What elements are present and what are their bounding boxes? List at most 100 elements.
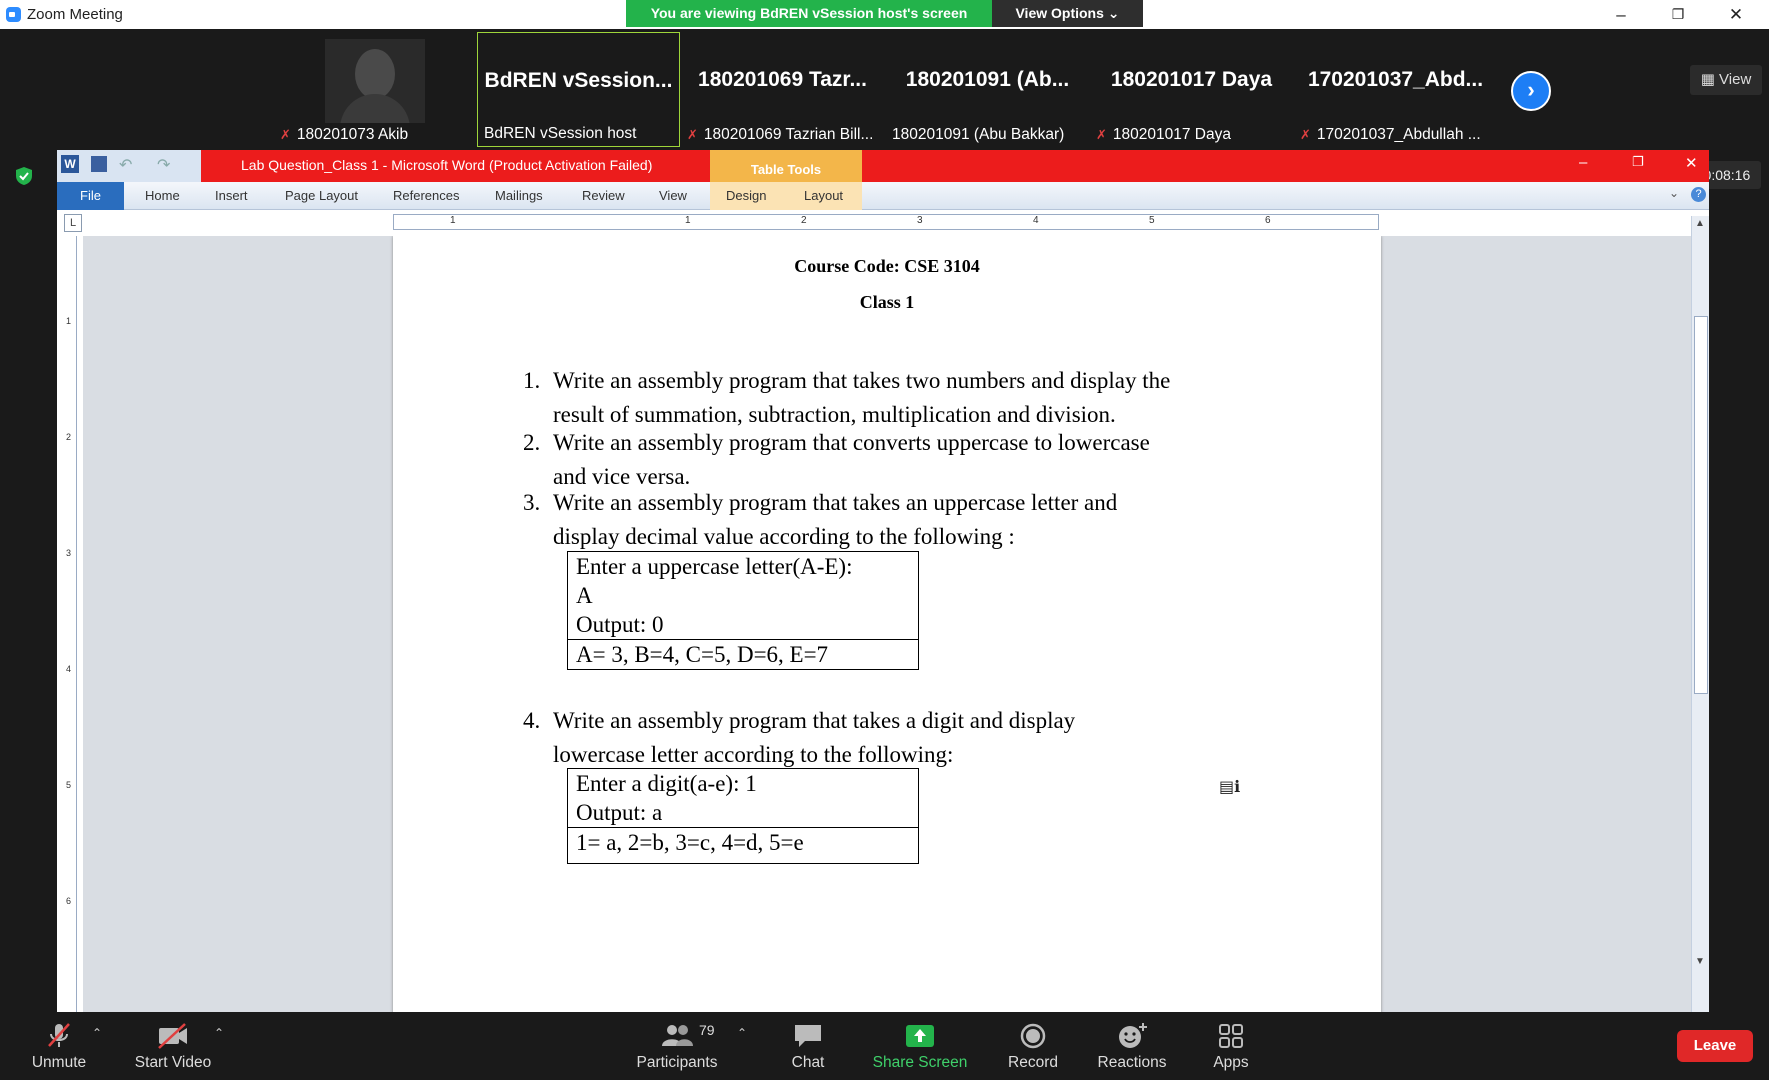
muted-mic-icon: ✗	[687, 127, 698, 142]
minimize-icon[interactable]: –	[1594, 0, 1648, 29]
shared-word-window: W ↶ ↷ Lab Question_Class 1 - Microsoft W…	[57, 150, 1709, 1012]
ruler-number: 1	[685, 215, 691, 226]
participant-name: BdREN vSession host	[484, 125, 637, 142]
tab-view[interactable]: View	[659, 188, 687, 203]
participant-tile[interactable]: 180201017 Daya ✗ 180201017 Daya	[1090, 32, 1293, 147]
text-cursor-icon: ▤ℹ	[1219, 779, 1241, 796]
participant-big-name: BdREN vSession...	[484, 69, 673, 92]
share-screen-button[interactable]: Share Screen	[870, 1012, 970, 1080]
tab-selector[interactable]: L	[64, 214, 82, 232]
scrollbar-thumb[interactable]	[1694, 316, 1708, 694]
tab-design[interactable]: Design	[726, 188, 766, 203]
participants-count: 79	[699, 1022, 715, 1038]
tab-review[interactable]: Review	[582, 188, 625, 203]
example-table-2[interactable]: Enter a digit(a-e): 1 Output: a 1= a, 2=…	[567, 768, 919, 864]
participant-tile[interactable]: 180201069 Tazr... ✗ 180201069 Tazrian Bil…	[681, 32, 884, 147]
tab-references[interactable]: References	[393, 188, 459, 203]
participant-tile[interactable]: ✗ 180201073 Akib	[274, 32, 477, 147]
document-page[interactable]: Course Code: CSE 3104 Class 1 1. Write a…	[393, 236, 1381, 1012]
participant-name: 180201091 (Abu Bakkar)	[892, 126, 1065, 143]
participant-tile-active-speaker[interactable]: BdREN vSession... BdREN vSession host	[477, 32, 680, 147]
participant-big-name: 180201069 Tazr...	[698, 68, 867, 91]
table-cell: A	[576, 583, 593, 608]
chat-button[interactable]: Chat	[780, 1012, 836, 1080]
word-minimize-icon[interactable]: –	[1579, 154, 1587, 171]
leave-meeting-button[interactable]: Leave	[1677, 1030, 1753, 1062]
ribbon-collapse-icon[interactable]: ⌄	[1669, 186, 1679, 200]
ruler-number: 6	[1265, 215, 1271, 226]
encryption-shield-icon[interactable]	[14, 166, 34, 186]
tab-layout[interactable]: Layout	[804, 188, 843, 203]
vertical-ruler: 1 2 3 4 5 6	[64, 236, 77, 1012]
tab-page-layout[interactable]: Page Layout	[285, 188, 358, 203]
example-table-1[interactable]: Enter a uppercase letter(A-E): A Output:…	[567, 551, 919, 670]
meeting-controls: Unmute ⌃ Start Video ⌃ 79 Participants ⌃…	[0, 1012, 1769, 1080]
muted-mic-icon: ✗	[280, 127, 291, 142]
tab-insert[interactable]: Insert	[215, 188, 248, 203]
participants-icon	[662, 1025, 693, 1046]
grid-icon: ▦	[1700, 71, 1720, 88]
window-title: Zoom Meeting	[27, 6, 123, 23]
course-code-heading: Course Code: CSE 3104	[794, 256, 980, 276]
table-cell: A= 3, B=4, C=5, D=6, E=7	[568, 639, 918, 669]
table-cell: Enter a digit(a-e): 1	[576, 771, 757, 796]
video-options-caret-icon[interactable]: ⌃	[214, 1026, 224, 1040]
close-icon[interactable]: ✕	[1709, 0, 1763, 29]
save-icon[interactable]	[91, 156, 107, 172]
reactions-button[interactable]: Reactions	[1092, 1012, 1172, 1080]
undo-icon[interactable]: ↶	[119, 155, 132, 175]
participant-tile[interactable]: 170201037_Abd... ✗ 170201037_Abdullah ...	[1294, 32, 1497, 147]
apps-icon	[1219, 1024, 1243, 1048]
ruler-number: 2	[66, 432, 72, 442]
participants-caret-icon[interactable]: ⌃	[737, 1026, 747, 1040]
next-page-arrow-icon[interactable]: ›	[1511, 71, 1551, 111]
participant-name: ✗ 170201037_Abdullah ...	[1294, 122, 1497, 147]
document-canvas[interactable]: Course Code: CSE 3104 Class 1 1. Write a…	[83, 236, 1691, 1012]
ruler-number: 5	[66, 780, 72, 790]
class-heading: Class 1	[859, 292, 915, 312]
help-icon[interactable]: ?	[1691, 187, 1706, 202]
word-window-controls: – ❐ ✕	[1544, 150, 1709, 182]
view-options-button[interactable]: View Options ⌄	[992, 0, 1143, 27]
participants-button[interactable]: 79 Participants	[632, 1012, 722, 1080]
question-3: 3. Write an assembly program that takes …	[523, 490, 1118, 549]
question-1: 1. Write an assembly program that takes …	[523, 368, 1171, 427]
start-video-button[interactable]: Start Video	[130, 1012, 216, 1080]
ruler-number: 4	[66, 664, 72, 674]
share-screen-icon	[906, 1025, 934, 1047]
restore-icon[interactable]: ❐	[1651, 0, 1705, 29]
audio-options-caret-icon[interactable]: ⌃	[92, 1026, 102, 1040]
quick-access-toolbar: W ↶ ↷	[57, 150, 201, 182]
table-cell: Output: a	[576, 800, 663, 825]
participant-big-name: 180201091 (Ab...	[905, 68, 1070, 91]
participant-tile[interactable]: 180201091 (Ab... 180201091 (Abu Bakkar)	[886, 32, 1089, 147]
vertical-scrollbar[interactable]: ▲ ▼	[1691, 216, 1709, 1012]
word-restore-icon[interactable]: ❐	[1632, 154, 1644, 170]
participant-name: ✗ 180201069 Tazrian Bill...	[681, 122, 884, 147]
question-2: 2. Write an assembly program that conver…	[523, 430, 1150, 489]
ruler-number: 6	[66, 896, 72, 906]
apps-button[interactable]: Apps	[1203, 1012, 1259, 1080]
tab-mailings[interactable]: Mailings	[495, 188, 543, 203]
tab-file[interactable]: File	[57, 182, 124, 210]
chat-icon	[795, 1025, 821, 1047]
ribbon-tabs: File Home Insert Page Layout References …	[57, 182, 1709, 210]
sharing-banner: You are viewing BdREN vSession host's sc…	[626, 0, 992, 27]
unmute-button[interactable]: Unmute	[20, 1012, 98, 1080]
participant-avatar	[325, 39, 425, 123]
record-icon	[1020, 1023, 1046, 1049]
scroll-down-icon[interactable]: ▼	[1695, 956, 1705, 967]
muted-mic-icon	[48, 1023, 70, 1047]
record-button[interactable]: Record	[998, 1012, 1068, 1080]
participant-big-name: 180201017 Daya	[1110, 68, 1273, 91]
redo-icon[interactable]: ↷	[157, 155, 170, 175]
word-close-icon[interactable]: ✕	[1685, 154, 1698, 172]
zoom-app-icon	[6, 7, 21, 22]
reactions-icon	[1119, 1023, 1147, 1048]
tab-home[interactable]: Home	[145, 188, 180, 203]
scroll-up-icon[interactable]: ▲	[1695, 218, 1705, 229]
horizontal-ruler[interactable]: 1 1 2 3 4 5 6	[393, 214, 1379, 230]
participant-name: ✗ 180201017 Daya	[1090, 122, 1293, 147]
view-layout-button[interactable]: ▦ View	[1690, 65, 1762, 95]
table-cell: 1= a, 2=b, 3=c, 4=d, 5=e	[568, 827, 918, 863]
